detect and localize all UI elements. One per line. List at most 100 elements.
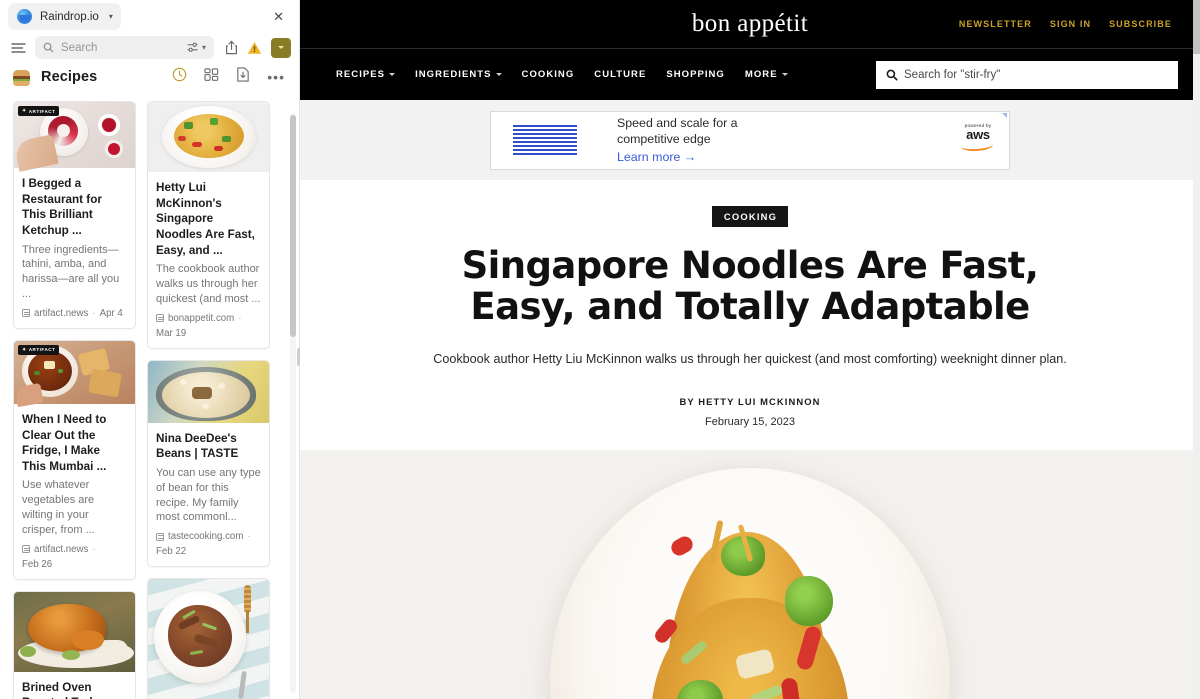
bookmark-meta: artifact.news · Apr 4 [22,308,127,319]
bookmark-title: Hetty Lui McKinnon's Singapore Noodles A… [156,181,255,257]
article-headline: Singapore Noodles Are Fast, Easy, and To… [461,244,1039,329]
article-dek: Cookbook author Hetty Liu McKinnon walks… [433,351,1067,366]
site-favicon-icon [22,545,30,554]
bookmark-meta: bonappetit.com · Mar 19 [156,313,261,339]
bookmark-card[interactable]: Brined Oven Roasted Turkey empirekosher.… [13,590,136,699]
ibm-logo [513,124,577,156]
nav-item-culture[interactable]: CULTURE [594,69,646,80]
header-utility-links: NEWSLETTER SIGN IN SUBSCRIBE [959,19,1200,29]
article-rubric-badge[interactable]: COOKING [711,206,789,227]
bookmark-title: Nina DeeDee's Beans | TASTE [156,431,239,461]
article-publish-date: February 15, 2023 [705,415,795,428]
advertisement-banner[interactable]: Speed and scale for a competitive edge L… [490,110,1010,170]
bonappetit-page: bon appétit NEWSLETTER SIGN IN SUBSCRIBE… [300,0,1200,699]
nav-item-shopping[interactable]: SHOPPING [666,69,725,80]
view-grid-icon[interactable] [204,68,219,87]
bookmark-column-left: ✦ ARTIFACT I Begged a Restaurant for This… [13,101,136,699]
newsletter-link[interactable]: NEWSLETTER [959,19,1032,29]
bookmark-card[interactable]: Hetty Lui McKinnon's Singapore Noodles A… [147,101,270,349]
site-header: bon appétit NEWSLETTER SIGN IN SUBSCRIBE [300,0,1200,48]
ad-copy: Speed and scale for a competitive edge L… [617,116,738,164]
meta-separator: · [92,543,96,555]
ad-strip: Speed and scale for a competitive edge L… [300,100,1200,180]
download-icon[interactable] [236,67,250,87]
ad-learn-more-link[interactable]: Learn more → [617,150,738,164]
bookmark-thumbnail [148,102,269,173]
browser-window: Raindrop.io ▾ ✕ Search ▾ Recipes ••• ✦ A… [0,0,1200,699]
subscribe-link[interactable]: SUBSCRIBE [1109,19,1172,29]
meta-separator: · [92,307,96,319]
nav-item-cooking[interactable]: COOKING [522,69,575,80]
bookmark-meta: tastecooking.com · Feb 22 [156,531,261,557]
close-icon[interactable]: ✕ [268,10,289,23]
gold-dropdown-button[interactable] [271,37,291,58]
bookmark-date: Feb 26 [22,558,53,570]
search-icon [43,42,54,53]
primary-nav: RECIPES INGREDIENTS COOKING CULTURE SHOP… [300,48,1200,100]
more-options-icon[interactable]: ••• [267,70,285,85]
sidebar-tab-label: Raindrop.io [40,10,99,23]
nav-item-ingredients[interactable]: INGREDIENTS [415,69,502,80]
bookmark-card[interactable]: The Best Football Snacks & Game Day [147,578,270,699]
article-header: COOKING Singapore Noodles Are Fast, Easy… [300,180,1200,450]
share-upload-icon[interactable] [225,40,238,55]
bookmark-description: Use whatever vegetables are wilting in y… [22,479,95,536]
bookmark-column-right: Hetty Lui McKinnon's Singapore Noodles A… [147,101,270,699]
meta-separator: · [247,531,251,543]
bookmark-date: Apr 4 [99,307,123,319]
bookmark-body: Nina DeeDee's Beans | TASTE You can use … [148,423,269,567]
chevron-down-icon [781,73,788,76]
bookmark-domain: bonappetit.com [168,312,235,324]
adchoices-triangle-icon[interactable] [1002,112,1007,118]
chevron-down-icon[interactable]: ▾ [202,43,206,52]
aws-swoosh-icon [961,141,995,148]
meta-separator: · [238,312,242,324]
article-hero-image [300,449,1200,699]
ad-headline-line2: competitive edge [617,132,711,146]
collection-actions: ••• [172,67,288,87]
recent-clock-icon[interactable] [172,67,187,87]
artifact-badge: ✦ ARTIFACT [18,344,60,355]
bookmark-thumbnail [148,360,269,423]
raindrop-cloud-icon [17,9,32,25]
bookmark-title: I Begged a Restaurant for This Brilliant… [22,177,102,238]
bookmark-date: Feb 22 [156,546,187,558]
collection-header: Recipes ••• [0,61,299,93]
noodles-food-photo [625,502,875,699]
collection-title: Recipes [41,69,98,86]
bookmark-card[interactable]: Nina DeeDee's Beans | TASTE You can use … [147,359,270,568]
sidebar-scrollbar-thumb[interactable] [290,115,296,337]
site-search-placeholder: Search for "stir-fry" [904,68,1001,81]
article-byline[interactable]: BY HETTY LUI MCKINNON [300,396,1200,407]
nav-item-recipes[interactable]: RECIPES [336,69,396,80]
bookmark-domain: artifact.news [34,543,89,555]
bookmark-body: When I Need to Clear Out the Fridge, I M… [14,404,135,579]
hamburger-menu-icon[interactable] [11,42,26,54]
search-magnifier-icon [886,69,898,80]
chevron-down-icon [278,46,284,50]
site-search-input[interactable]: Search for "stir-fry" [876,60,1178,89]
bookmark-card[interactable]: ✦ ARTIFACT When I Need to Clear Out the F… [13,339,136,580]
bookmark-meta: artifact.news · Feb 26 [22,544,127,570]
bookmark-card[interactable]: ✦ ARTIFACT I Begged a Restaurant for This… [13,101,136,329]
sidebar-toolbar: Search ▾ [0,34,299,61]
bookmark-description: The cookbook author walks us through her… [156,263,261,305]
burger-emoji-icon [13,69,30,86]
aws-badge: powered by aws [961,124,995,148]
bookmark-thumbnail: ✦ ARTIFACT [14,340,135,408]
warning-triangle-icon[interactable] [247,41,262,55]
bookmark-body: Hetty Lui McKinnon's Singapore Noodles A… [148,172,269,347]
nav-item-more[interactable]: MORE [745,69,788,80]
filter-sliders-icon [187,42,198,52]
chevron-down-icon [389,73,396,76]
page-scrollbar-track[interactable] [1193,0,1200,699]
bookmark-thumbnail: ✦ ARTIFACT [14,102,135,173]
sidebar-tab-raindrop[interactable]: Raindrop.io ▾ [8,3,121,31]
bookmark-thumbnail [14,591,135,672]
bookmark-grid[interactable]: ✦ ARTIFACT I Begged a Restaurant for This… [0,93,299,699]
bookmark-domain: artifact.news [34,307,89,319]
sign-in-link[interactable]: SIGN IN [1050,19,1091,29]
search-input[interactable]: Search ▾ [35,36,214,60]
chevron-down-icon[interactable]: ▾ [109,12,113,21]
bookmark-body: Brined Oven Roasted Turkey empirekosher.… [14,672,135,699]
